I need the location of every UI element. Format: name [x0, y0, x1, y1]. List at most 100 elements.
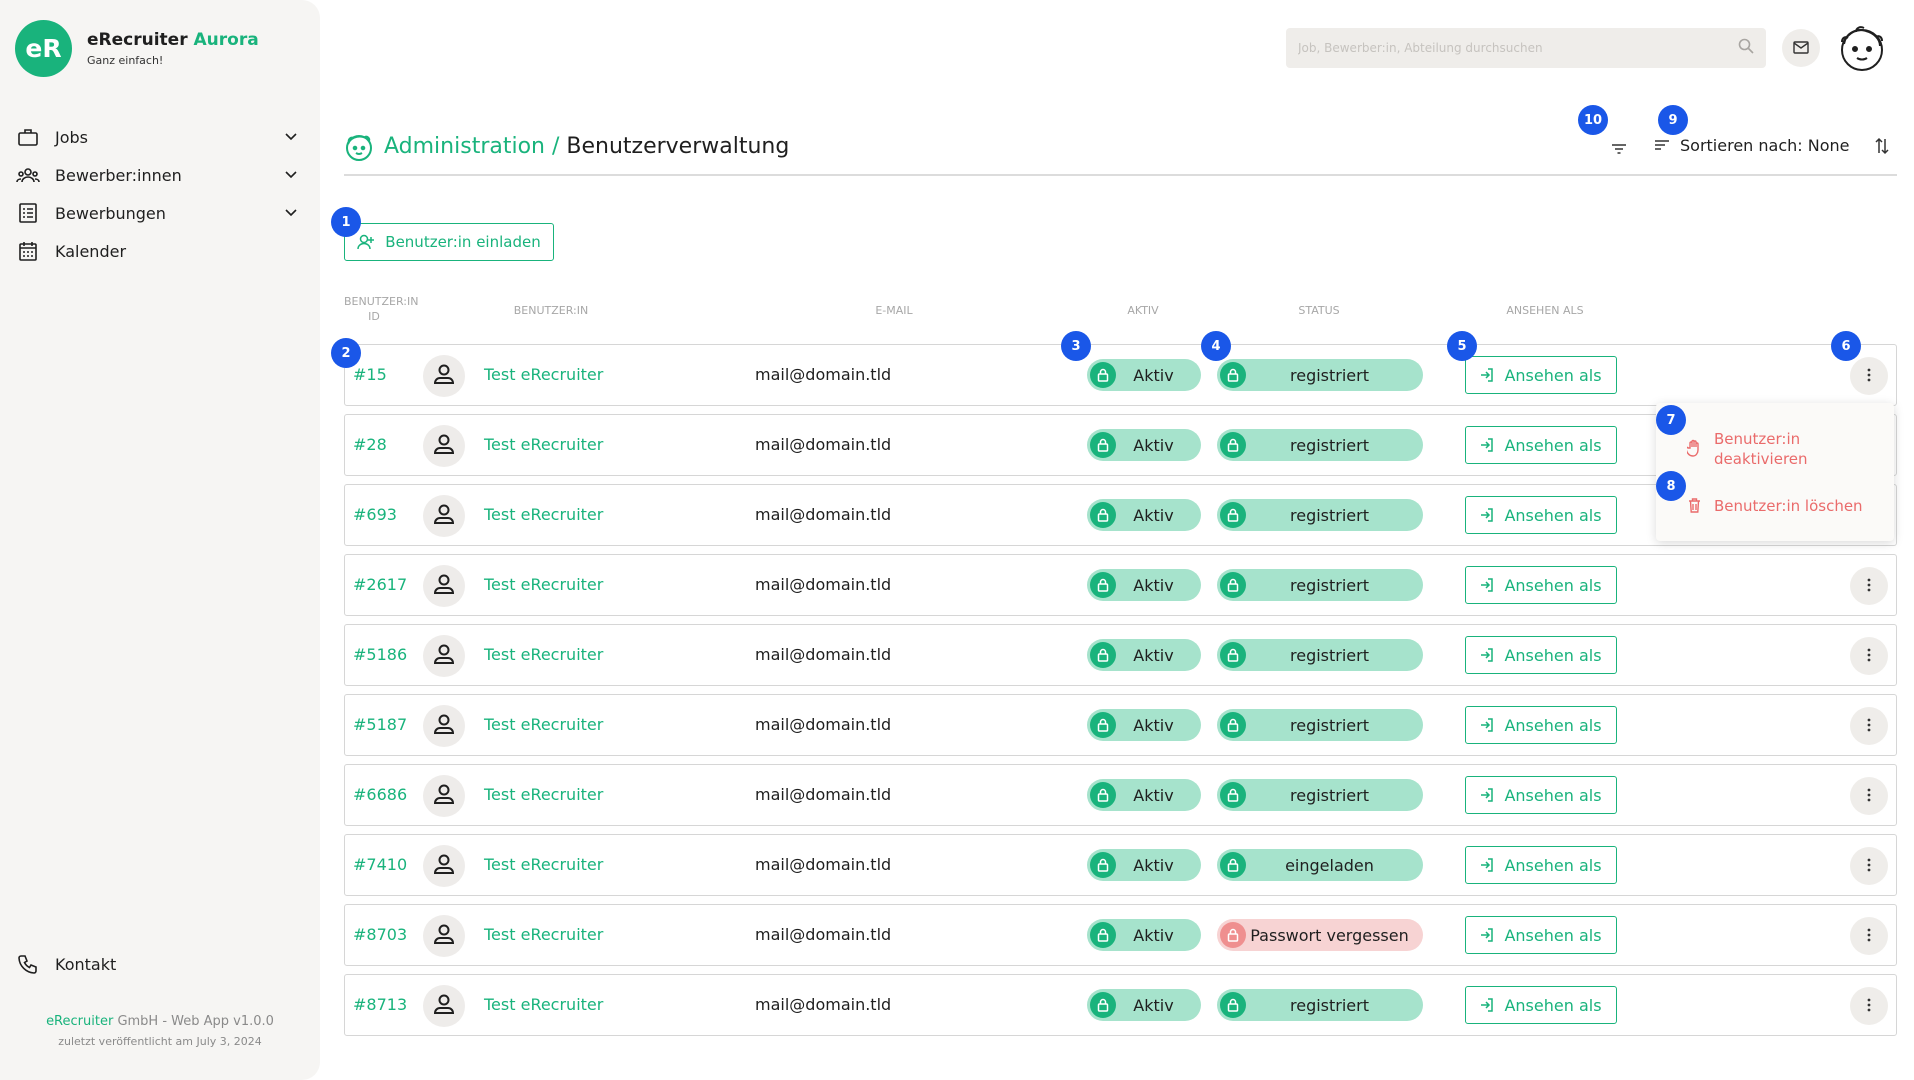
view-as-button[interactable]: Ansehen als: [1465, 986, 1617, 1024]
active-toggle[interactable]: Aktiv: [1087, 849, 1201, 881]
column-header-email[interactable]: E-Mail: [854, 303, 934, 318]
view-as-button[interactable]: Ansehen als: [1465, 566, 1617, 604]
invite-user-button[interactable]: Benutzer:in einladen: [344, 223, 554, 261]
sidebar-item-kontakt[interactable]: Kontakt: [15, 954, 116, 974]
logo: eR: [15, 20, 72, 77]
sidebar-item-bewerbungen[interactable]: Bewerbungen: [15, 194, 300, 232]
user-name-link[interactable]: Test eRecruiter: [484, 645, 603, 664]
sort-button[interactable]: Sortieren nach: None: [1654, 136, 1849, 155]
annotation-badge: 10: [1578, 105, 1608, 135]
view-as-button[interactable]: Ansehen als: [1465, 706, 1617, 744]
login-icon: [1480, 368, 1494, 382]
more-actions-button[interactable]: [1850, 637, 1888, 675]
annotation-badge: 2: [331, 338, 361, 368]
active-toggle[interactable]: Aktiv: [1087, 569, 1201, 601]
user-name-link[interactable]: Test eRecruiter: [484, 505, 603, 524]
active-toggle[interactable]: Aktiv: [1087, 499, 1201, 531]
person-icon: [433, 643, 455, 669]
user-id: #6686: [353, 785, 408, 804]
person-icon: [433, 783, 455, 809]
footer-brand: eRecruiter: [46, 1014, 114, 1029]
sort-icon: [1654, 136, 1670, 155]
user-name-link[interactable]: Test eRecruiter: [484, 995, 603, 1014]
user-email: mail@domain.tld: [755, 435, 892, 454]
more-actions-button[interactable]: [1850, 847, 1888, 885]
chevron-down-icon[interactable]: [282, 133, 300, 141]
column-header-id[interactable]: Benutzer:in ID: [344, 294, 418, 324]
login-icon: [1480, 718, 1494, 732]
deactivate-user-menu-item[interactable]: Benutzer:in deaktivieren: [1686, 429, 1808, 469]
user-name-link[interactable]: Test eRecruiter: [484, 435, 603, 454]
filter-button[interactable]: [1606, 136, 1632, 162]
user-name-link[interactable]: Test eRecruiter: [484, 785, 603, 804]
view-as-button[interactable]: Ansehen als: [1465, 496, 1617, 534]
chevron-down-icon[interactable]: [282, 209, 300, 217]
more-vertical-icon: [1867, 367, 1871, 386]
login-icon: [1480, 928, 1494, 942]
lock-icon: [1090, 642, 1116, 668]
brand-tagline: Ganz einfach!: [87, 54, 164, 67]
more-actions-button[interactable]: [1850, 357, 1888, 395]
table-row: #7410 Test eRecruiter mail@domain.tld Aktiv…: [344, 834, 1897, 896]
table-row: #5186 Test eRecruiter mail@domain.tld Aktiv…: [344, 624, 1897, 686]
active-toggle[interactable]: Aktiv: [1087, 919, 1201, 951]
sort-direction-button[interactable]: [1870, 136, 1894, 160]
active-toggle[interactable]: Aktiv: [1087, 639, 1201, 671]
more-vertical-icon: [1867, 997, 1871, 1016]
delete-user-menu-item[interactable]: Benutzer:in löschen: [1686, 496, 1863, 516]
active-toggle[interactable]: Aktiv: [1087, 989, 1201, 1021]
column-header-view-as[interactable]: Ansehen als: [1490, 303, 1600, 318]
more-actions-button[interactable]: [1850, 777, 1888, 815]
user-id: #7410: [353, 855, 408, 874]
lock-icon: [1090, 712, 1116, 738]
user-email: mail@domain.tld: [755, 715, 892, 734]
user-id: #5186: [353, 645, 408, 664]
view-as-button[interactable]: Ansehen als: [1465, 636, 1617, 674]
view-as-label: Ansehen als: [1504, 645, 1602, 665]
sidebar-item-kalender[interactable]: Kalender: [15, 232, 300, 270]
search-input[interactable]: [1298, 41, 1738, 55]
more-actions-button[interactable]: [1850, 567, 1888, 605]
person-icon: [433, 503, 455, 529]
more-vertical-icon: [1867, 857, 1871, 876]
column-header-user[interactable]: Benutzer:in: [511, 303, 591, 318]
view-as-button[interactable]: Ansehen als: [1465, 356, 1617, 394]
user-name-link[interactable]: Test eRecruiter: [484, 715, 603, 734]
active-toggle[interactable]: Aktiv: [1087, 709, 1201, 741]
chevron-down-icon[interactable]: [282, 171, 300, 179]
lock-icon: [1220, 782, 1246, 808]
more-actions-button[interactable]: [1850, 917, 1888, 955]
lock-icon: [1220, 922, 1246, 948]
more-actions-button[interactable]: [1850, 707, 1888, 745]
brand[interactable]: eR eRecruiter Aurora Ganz einfach!: [15, 20, 259, 77]
view-as-label: Ansehen als: [1504, 925, 1602, 945]
user-avatar-menu[interactable]: [1836, 22, 1888, 74]
view-as-button[interactable]: Ansehen als: [1465, 426, 1617, 464]
user-name-link[interactable]: Test eRecruiter: [484, 575, 603, 594]
column-header-active[interactable]: Aktiv: [1103, 303, 1183, 318]
add-user-icon: [357, 234, 375, 250]
search-icon[interactable]: [1738, 38, 1754, 58]
lock-icon: [1090, 922, 1116, 948]
user-name-link[interactable]: Test eRecruiter: [484, 365, 603, 384]
view-as-label: Ansehen als: [1504, 855, 1602, 875]
deactivate-user-label-line1: Benutzer:in: [1714, 430, 1801, 448]
user-name-link[interactable]: Test eRecruiter: [484, 855, 603, 874]
sidebar-item-jobs[interactable]: Jobs: [15, 118, 300, 156]
column-header-status[interactable]: Status: [1279, 303, 1359, 318]
view-as-button[interactable]: Ansehen als: [1465, 776, 1617, 814]
login-icon: [1480, 788, 1494, 802]
status-badge: registriert: [1217, 569, 1423, 601]
mail-button[interactable]: [1782, 29, 1820, 67]
active-toggle[interactable]: Aktiv: [1087, 359, 1201, 391]
view-as-button[interactable]: Ansehen als: [1465, 846, 1617, 884]
user-name-link[interactable]: Test eRecruiter: [484, 925, 603, 944]
more-actions-button[interactable]: [1850, 987, 1888, 1025]
active-toggle[interactable]: Aktiv: [1087, 429, 1201, 461]
person-icon: [433, 993, 455, 1019]
sidebar-item-bewerberinnen[interactable]: Bewerber:innen: [15, 156, 300, 194]
status-label: registriert: [1290, 995, 1369, 1015]
breadcrumb-administration[interactable]: Administration: [384, 134, 545, 159]
active-toggle[interactable]: Aktiv: [1087, 779, 1201, 811]
view-as-button[interactable]: Ansehen als: [1465, 916, 1617, 954]
